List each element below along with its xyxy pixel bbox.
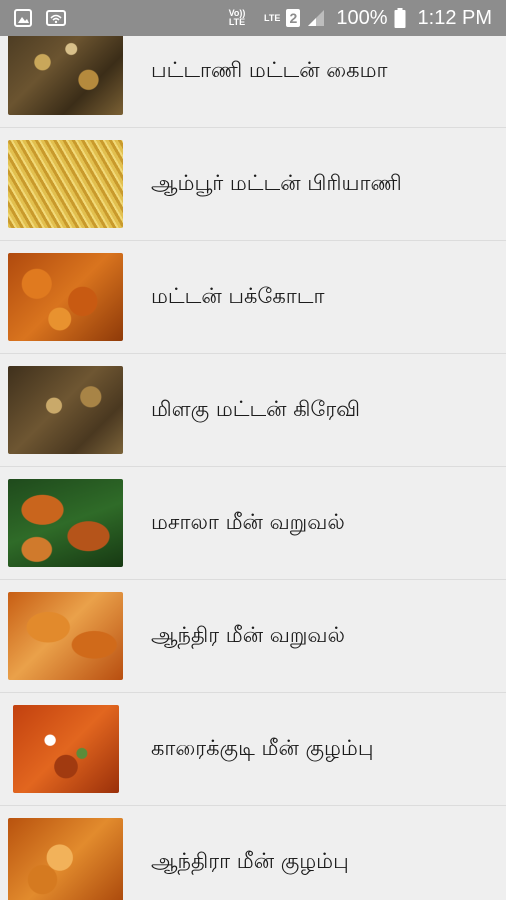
recipe-thumbnail: [8, 818, 123, 900]
list-item[interactable]: மட்டன் பக்கோடா: [0, 241, 506, 354]
volte-icon: Vo)) LTE: [228, 8, 246, 27]
recipe-thumbnail: [8, 140, 123, 228]
wifi-icon: [46, 9, 66, 27]
recipe-title: பட்டாணி மட்டன் கைமா: [151, 57, 388, 82]
battery-percent: 100%: [336, 6, 388, 29]
sim-icon: 2: [286, 9, 301, 27]
recipe-thumbnail: [8, 253, 123, 341]
recipe-title: மட்டன் பக்கோடா: [151, 283, 325, 308]
list-item[interactable]: ஆம்பூர் மட்டன் பிரியாணி: [0, 128, 506, 241]
list-item[interactable]: மிளகு மட்டன் கிரேவி: [0, 354, 506, 467]
recipe-title: ஆந்திரா மீன் குழம்பு: [151, 848, 349, 873]
recipe-thumbnail: [8, 36, 123, 115]
recipe-thumbnail: [8, 366, 123, 454]
list-item[interactable]: ஆந்திரா மீன் குழம்பு: [0, 806, 506, 900]
status-bar: Vo)) LTE LTE 2 100% 1:12 PM: [0, 0, 506, 36]
list-item[interactable]: காரைக்குடி மீன் குழம்பு: [0, 693, 506, 806]
recipe-list[interactable]: பட்டாணி மட்டன் கைமா ஆம்பூர் மட்டன் பிரிய…: [0, 36, 506, 900]
list-item[interactable]: ஆந்திர மீன் வறுவல்: [0, 580, 506, 693]
image-icon: [14, 9, 32, 27]
list-item[interactable]: பட்டாணி மட்டன் கைமா: [0, 36, 506, 128]
sim-number: 2: [289, 10, 298, 26]
recipe-thumbnail: [13, 705, 119, 793]
lte-icon: LTE: [264, 12, 281, 23]
recipe-title: காரைக்குடி மீன் குழம்பு: [151, 735, 374, 760]
battery-icon: [394, 8, 406, 28]
recipe-thumbnail: [8, 479, 123, 567]
recipe-title: மசாலா மீன் வறுவல்: [151, 509, 345, 534]
recipe-thumbnail: [8, 592, 123, 680]
recipe-title: மிளகு மட்டன் கிரேவி: [151, 396, 361, 421]
recipe-title: ஆந்திர மீன் வறுவல்: [151, 622, 345, 647]
recipe-title: ஆம்பூர் மட்டன் பிரியாணி: [151, 170, 402, 195]
signal-icon: [306, 9, 326, 27]
list-item[interactable]: மசாலா மீன் வறுவல்: [0, 467, 506, 580]
clock: 1:12 PM: [417, 6, 492, 29]
